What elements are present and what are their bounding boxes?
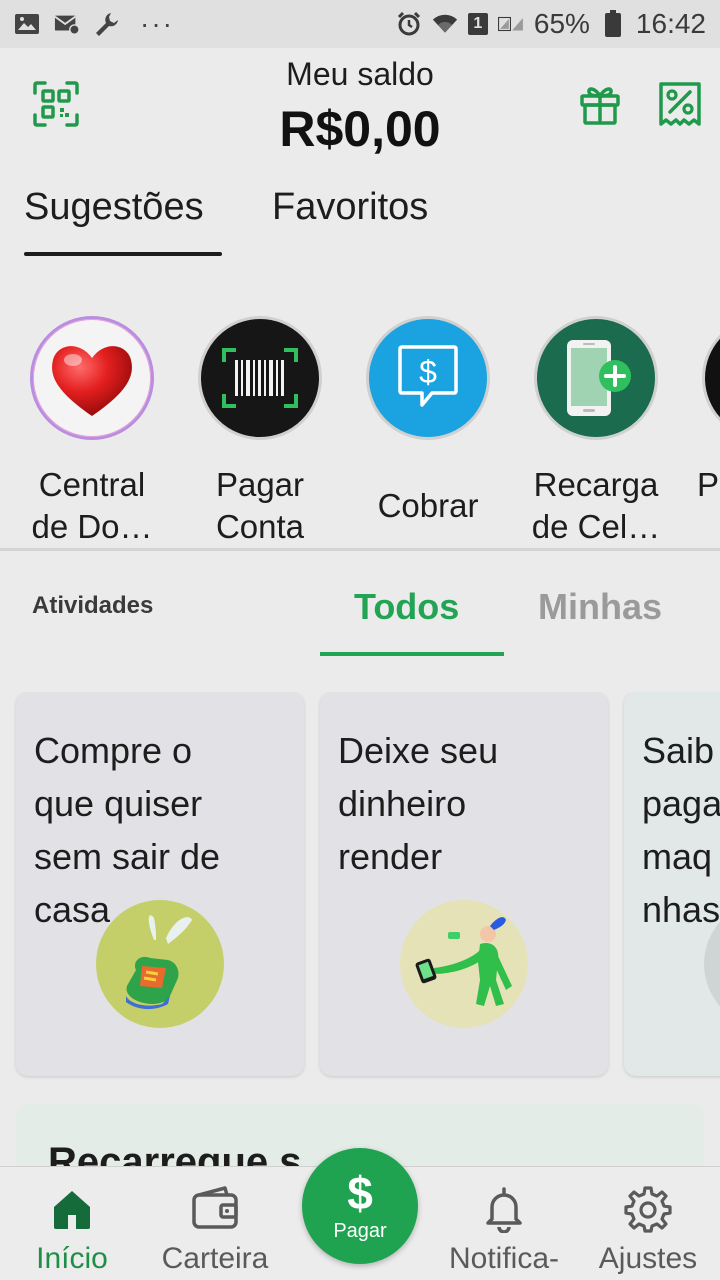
tab-favoritos[interactable]: Favoritos [272,186,428,229]
tab-minhas[interactable]: Minhas [538,586,662,628]
tab-todos[interactable]: Todos [354,586,459,628]
shortcut-label-line2: Conta [215,508,305,545]
signal-icon [497,11,524,37]
sneaker-illustration [96,900,224,1028]
shortcut-cobrar[interactable]: $ Cobrar [353,316,503,527]
card-saiba-maquininhas[interactable]: Saib paga maq nhas [624,692,720,1076]
battery-icon [600,10,626,37]
more-dots-icon: ··· [140,8,174,39]
shortcuts-carousel[interactable]: Central de Do… Pagar Conta $ Cobrar Reca… [0,300,720,548]
shortcut-label-line2: de Do… [31,508,153,545]
nav-label: Carteira [161,1242,269,1275]
shortcut-central-doacoes[interactable]: Central de Do… [17,316,167,548]
shortcut-pagar-conta[interactable]: Pagar Conta [185,316,335,548]
wrench-icon [94,11,120,37]
wallet-icon [192,1186,238,1229]
status-bar: ··· 1 65% 16:42 [0,0,720,48]
wifi-icon [432,11,458,37]
coupon-button[interactable] [656,80,704,128]
charge-icon: $ [366,316,490,440]
shortcut-label-line1: Pagar [215,466,305,503]
gift-icon [580,87,620,125]
image-icon [14,11,40,37]
tab-sugestoes[interactable]: Sugestões [24,186,204,229]
heart-icon [30,316,154,440]
card-compre[interactable]: Compre o que quiser sem sair de casa [16,692,304,1076]
shortcut-label-line2: de Cel… [531,508,661,545]
nav-notificacoes[interactable]: Notifica- [432,1185,576,1276]
shortcut-label-line1: Cobrar [377,487,479,524]
nav-inicio[interactable]: Início [0,1185,144,1276]
top-tabs: Sugestões Favoritos [0,180,720,260]
card-title: Deixe seu dinheiro render [338,730,499,877]
gift-button[interactable] [578,82,622,126]
feature-cards-carousel[interactable]: Compre o que quiser sem sair de casa Dei… [0,692,720,1082]
activities-tab-indicator [320,652,504,656]
barcode-icon [198,316,322,440]
pay-button[interactable]: $ Pagar [302,1148,418,1264]
shortcut-label-line1: Central [38,466,146,503]
sim-badge: 1 [467,13,488,35]
more-shortcut-icon [702,316,720,440]
nav-carteira[interactable]: Carteira [143,1185,287,1276]
phone-recharge-icon [534,316,658,440]
shortcut-partial[interactable]: P [689,316,720,506]
clock: 16:42 [635,8,706,39]
shortcut-label-line1: Recarga [533,466,659,503]
active-tab-indicator [24,252,222,256]
shortcut-recarga-celular[interactable]: Recarga de Cel… [521,316,671,548]
nav-label: Início [36,1242,108,1275]
nav-label: Ajustes [598,1242,698,1275]
card-title: Saib paga maq nhas [642,730,720,930]
mail-settings-icon [54,11,80,37]
dollar-icon: $ [347,1166,373,1219]
svg-text:$: $ [419,354,437,390]
balance-header: Meu saldo R$0,00 [0,48,720,168]
bell-icon [486,1187,522,1234]
home-icon [54,1191,90,1229]
gear-icon [624,1186,672,1233]
nav-ajustes[interactable]: Ajustes [576,1185,720,1276]
alarm-icon [396,11,422,37]
pay-label: Pagar [333,1219,387,1242]
divider [0,548,720,551]
activities-header: Atividades Todos Minhas [0,560,720,660]
nav-label: Notifica- [448,1242,560,1275]
battery-percent: 65% [533,8,590,39]
coupon-icon [659,82,701,126]
shortcut-label-line2: P [697,466,720,503]
person-phone-illustration [400,900,528,1028]
card-deixe-render[interactable]: Deixe seu dinheiro render [320,692,608,1076]
activities-label: Atividades [32,592,154,619]
